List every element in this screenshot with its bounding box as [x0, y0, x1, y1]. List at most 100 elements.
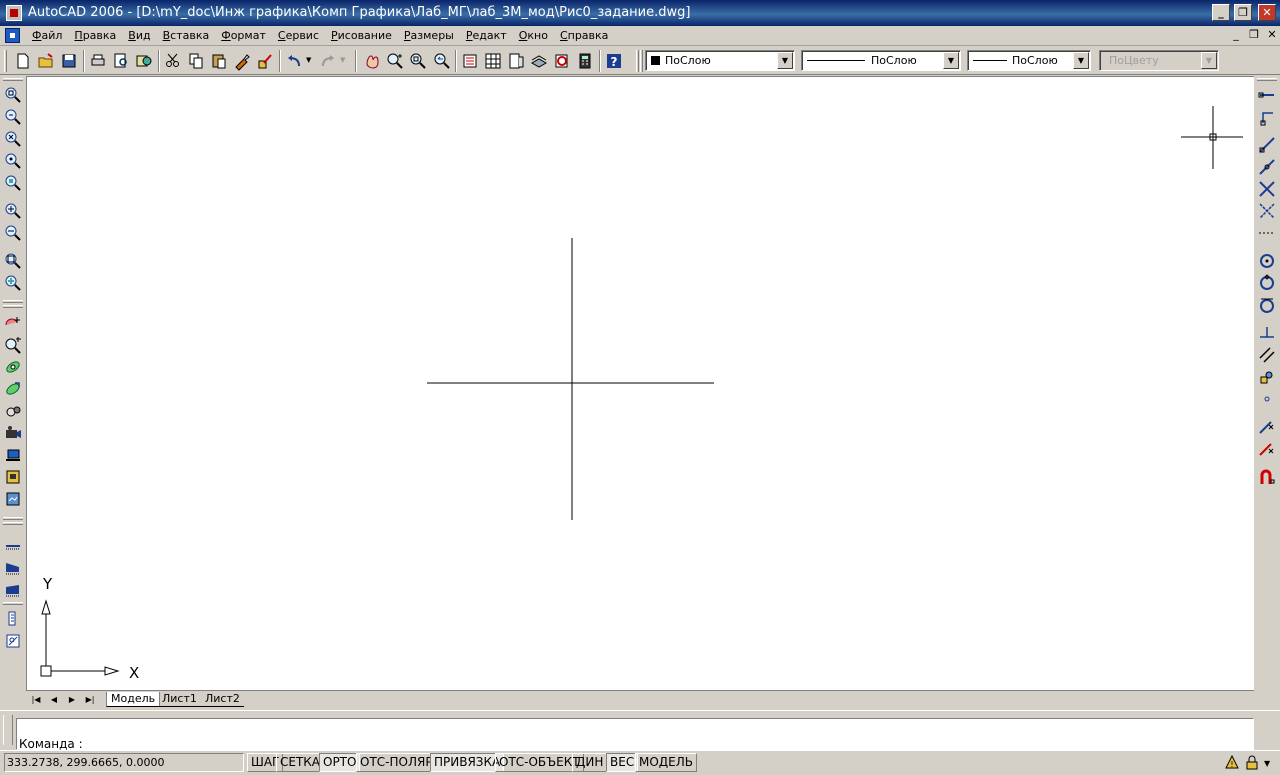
plot-button[interactable] — [88, 51, 108, 71]
close-button[interactable]: ✕ — [1258, 4, 1276, 21]
menu-help[interactable]: Справка — [554, 29, 614, 42]
match-properties-button[interactable] — [232, 51, 252, 71]
snap-tracking-button[interactable] — [1257, 107, 1277, 127]
menu-dimension[interactable]: Размеры — [398, 29, 460, 42]
orbit-button[interactable] — [3, 357, 23, 377]
plot-preview-button[interactable] — [111, 51, 131, 71]
snap-parallel-button[interactable] — [1257, 345, 1277, 365]
camera-button[interactable] — [3, 423, 23, 443]
chevron-down-icon[interactable]: ▼ — [777, 52, 793, 69]
zoom-in-button[interactable] — [3, 201, 23, 221]
document-icon[interactable] — [5, 28, 20, 43]
zoom-window-button[interactable] — [408, 51, 428, 71]
communication-center-icon[interactable]: ! — [1224, 754, 1240, 770]
zoom-object-button[interactable] — [3, 173, 23, 193]
open-button[interactable] — [36, 51, 56, 71]
swivel-button[interactable] — [3, 445, 23, 465]
last-tab-button[interactable]: ▶| — [82, 693, 98, 707]
polar-toggle[interactable]: ОТС-ПОЛЯР — [356, 753, 437, 772]
snap-nearest-button[interactable] — [1257, 417, 1277, 437]
lweight-toggle[interactable]: ВЕС — [606, 753, 639, 772]
command-line[interactable]: Команда : — [16, 718, 1254, 751]
publish-button[interactable] — [134, 51, 154, 71]
menu-view[interactable]: Вид — [122, 29, 156, 42]
minimize-button[interactable]: _ — [1212, 4, 1230, 21]
menu-edit[interactable]: Правка — [68, 29, 122, 42]
view-button[interactable] — [3, 489, 23, 509]
grid-toggle[interactable]: СЕТКА — [276, 753, 325, 772]
tab-layout2[interactable]: Лист2 — [201, 692, 244, 707]
calculator-button[interactable] — [575, 51, 595, 71]
restore-button[interactable]: ❐ — [1234, 4, 1252, 21]
undo-dropdown[interactable]: ▼ — [304, 51, 314, 71]
zoom-dynamic-button[interactable] — [3, 107, 23, 127]
dimension-baseline-button[interactable] — [3, 579, 23, 599]
snap-ext-line-button[interactable] — [1257, 223, 1277, 243]
snap-perpendicular-button[interactable] — [1257, 323, 1277, 343]
zoom-scale-button[interactable] — [3, 129, 23, 149]
snap-settings-button[interactable] — [1257, 467, 1277, 487]
first-tab-button[interactable]: |◀ — [28, 693, 44, 707]
menu-modify[interactable]: Редакт — [460, 29, 513, 42]
snap-tangent-button[interactable] — [1257, 295, 1277, 315]
chevron-down-icon[interactable]: ▼ — [1073, 52, 1089, 69]
block-editor-button[interactable] — [255, 51, 275, 71]
snap-apparent-button[interactable] — [1257, 179, 1277, 199]
zoom-extents-button[interactable] — [3, 273, 23, 293]
doc-restore-button[interactable]: ❐ — [1246, 29, 1262, 43]
snap-intersection-button[interactable] — [1257, 157, 1277, 177]
snap-insert-button[interactable] — [1257, 367, 1277, 387]
color-combo[interactable]: ПоСлою ▼ — [645, 50, 795, 71]
copy-button[interactable] — [186, 51, 206, 71]
snap-endpoint-button[interactable] — [1257, 85, 1277, 105]
undo-button[interactable] — [284, 51, 304, 71]
design-center-button[interactable] — [483, 51, 503, 71]
snap-midpoint-button[interactable] — [1257, 135, 1277, 155]
menu-tools[interactable]: Сервис — [272, 29, 325, 42]
snap-node-button[interactable] — [1257, 389, 1277, 409]
tool-palettes-button[interactable] — [506, 51, 526, 71]
new-button[interactable] — [13, 51, 33, 71]
menu-draw[interactable]: Рисование — [325, 29, 398, 42]
zoom-previous-button[interactable] — [431, 51, 451, 71]
save-button[interactable] — [59, 51, 79, 71]
model-toggle[interactable]: МОДЕЛЬ — [635, 753, 698, 772]
snap-center-button[interactable] — [1257, 251, 1277, 271]
prev-tab-button[interactable]: ◀ — [46, 693, 62, 707]
help-button[interactable]: ? — [604, 51, 624, 71]
menu-format[interactable]: Формат — [215, 29, 272, 42]
sheet-set-button[interactable] — [529, 51, 549, 71]
doc-close-button[interactable]: ✕ — [1264, 29, 1280, 43]
dyn-toggle[interactable]: ДИН — [572, 753, 608, 772]
coordinates-readout[interactable]: 333.2738, 299.6665, 0.0000 — [4, 753, 244, 772]
drawing-canvas[interactable]: Y X — [27, 77, 1255, 691]
drawing-area[interactable]: Y X — [26, 76, 1254, 690]
zoom-out-button[interactable] — [3, 223, 23, 243]
ortho-toggle[interactable]: ОРТО — [319, 753, 361, 772]
dimension-linear-button[interactable] — [3, 535, 23, 555]
snap-none-button[interactable] — [1257, 439, 1277, 459]
zoom-window-side-button[interactable] — [3, 85, 23, 105]
zoom-realtime-button[interactable] — [385, 51, 405, 71]
pan-realtime-button[interactable] — [3, 313, 23, 333]
properties-button[interactable] — [460, 51, 480, 71]
lineweight-combo[interactable]: ПоСлою ▼ — [967, 50, 1091, 71]
lock-icon[interactable] — [1244, 754, 1260, 770]
next-tab-button[interactable]: ▶ — [64, 693, 80, 707]
doc-minimize-button[interactable]: _ — [1228, 29, 1244, 43]
linetype-combo[interactable]: ПоСлою ▼ — [801, 50, 961, 71]
dimension-aligned-button[interactable] — [3, 557, 23, 577]
otrack-toggle[interactable]: ОТС-ОБЪЕКТ — [495, 753, 584, 772]
paste-button[interactable] — [209, 51, 229, 71]
tab-model[interactable]: Модель — [106, 692, 161, 707]
tab-layout1[interactable]: Лист1 — [158, 692, 201, 707]
snap-quadrant-button[interactable] — [1257, 273, 1277, 293]
markup-button[interactable] — [552, 51, 572, 71]
menu-insert[interactable]: Вставка — [157, 29, 216, 42]
status-menu-chevron-down-icon[interactable]: ▼ — [1264, 759, 1280, 775]
redo-dropdown[interactable]: ▼ — [338, 51, 348, 71]
continuous-orbit-button[interactable] — [3, 401, 23, 421]
walk-button[interactable] — [3, 467, 23, 487]
redo-button[interactable] — [318, 51, 338, 71]
menu-file[interactable]: Файл — [26, 29, 68, 42]
